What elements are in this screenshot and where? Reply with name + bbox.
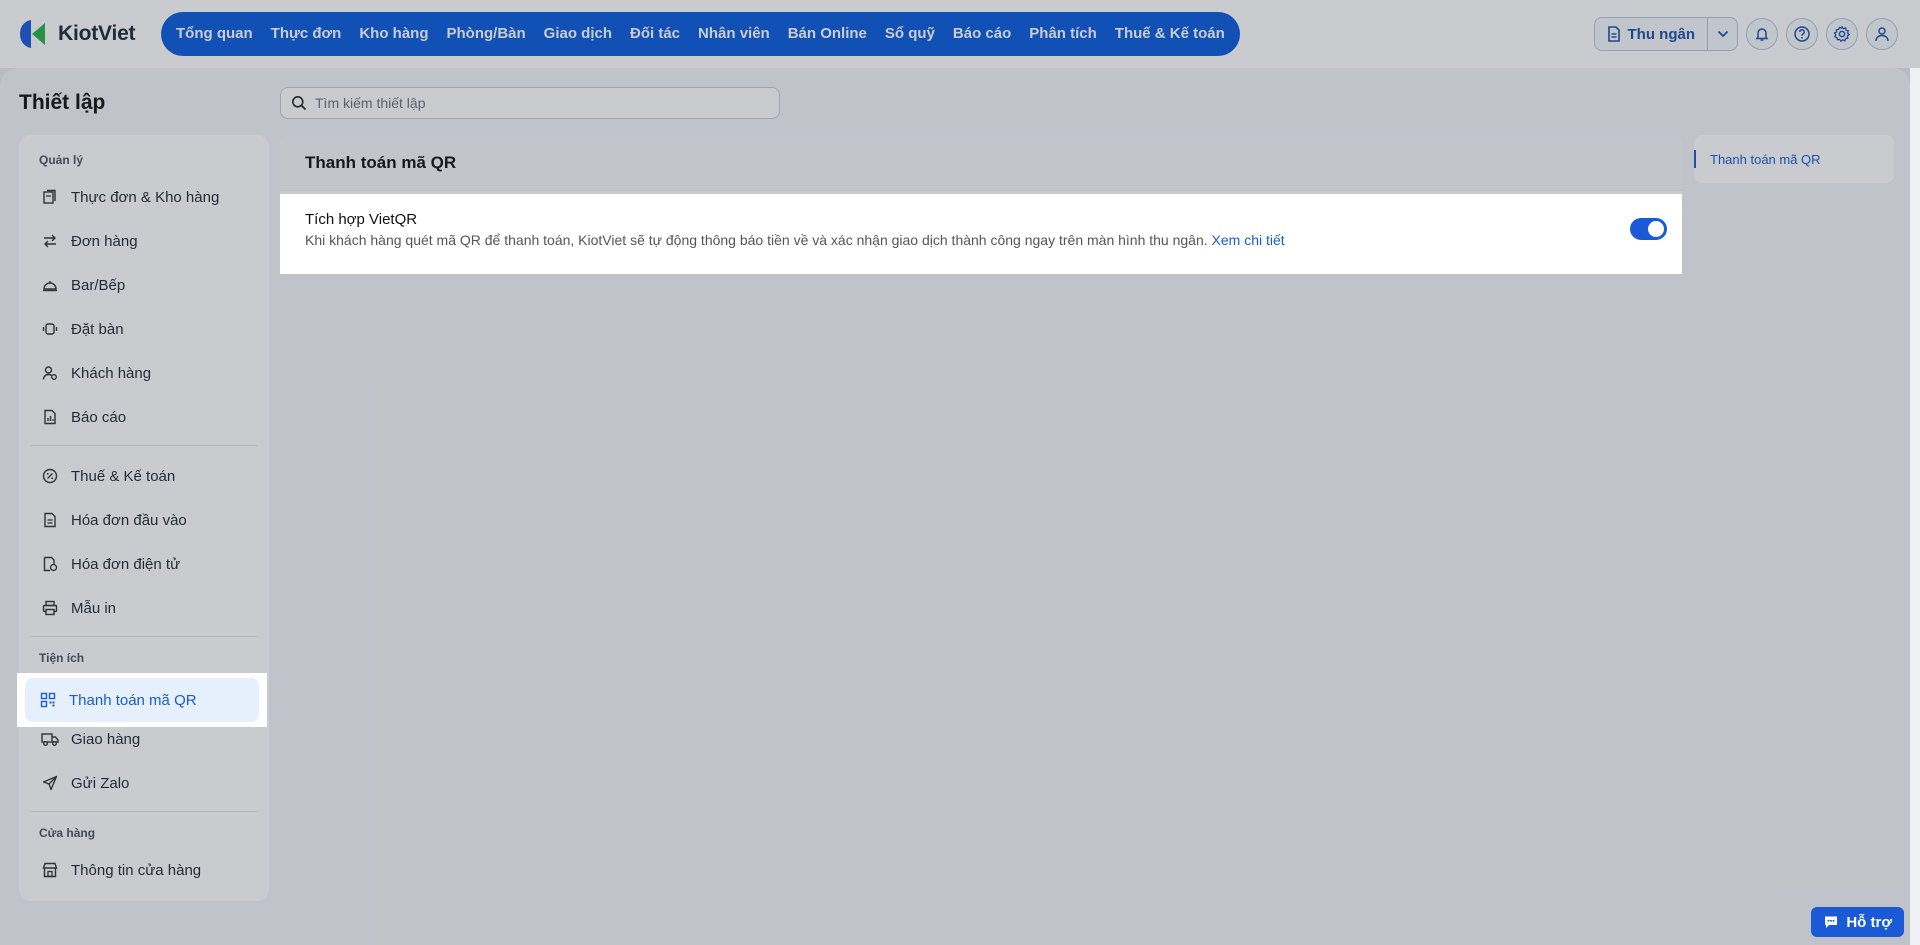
send-icon — [41, 774, 59, 792]
sidebar-section-utility: Tiện ích — [39, 651, 85, 665]
sidebar-item-label: Giao hàng — [71, 730, 141, 748]
nav-item-phong-ban[interactable]: Phòng/Bàn — [438, 12, 535, 56]
sidebar-item-label: Báo cáo — [71, 408, 127, 426]
sidebar-item-input-invoice[interactable]: Hóa đơn đầu vào — [27, 498, 261, 542]
page-title: Thiết lập — [19, 91, 106, 114]
customer-icon — [41, 364, 59, 382]
cashier-dropdown-button[interactable] — [1707, 18, 1737, 50]
sidebar-divider — [31, 445, 257, 446]
nav-item-thue-ke-toan[interactable]: Thuế & Kế toán — [1106, 12, 1234, 56]
sidebar-item-label: Khách hàng — [71, 364, 152, 382]
report-icon — [41, 408, 59, 426]
chevron-down-icon — [1717, 30, 1728, 38]
sidebar-item-e-invoice[interactable]: Hóa đơn điện tử — [27, 542, 261, 586]
document-icon — [1607, 26, 1620, 42]
sidebar-item-store-info[interactable]: Thông tin cửa hàng — [27, 848, 261, 892]
sidebar-section-manage: Quản lý — [39, 153, 84, 167]
nav-item-giao-dich[interactable]: Giao dịch — [535, 12, 621, 56]
swap-arrows-icon — [41, 232, 59, 250]
nav-item-thuc-don[interactable]: Thực đơn — [262, 12, 351, 56]
sidebar-item-label: Gửi Zalo — [71, 774, 130, 792]
store-icon — [41, 861, 59, 879]
panel-title: Thanh toán mã QR — [280, 135, 1682, 191]
cloche-icon — [41, 276, 59, 294]
nav-item-phan-tich[interactable]: Phân tích — [1020, 12, 1106, 56]
nav-item-doi-tac[interactable]: Đối tác — [621, 12, 689, 56]
support-button[interactable]: Hỗ trợ — [1811, 907, 1904, 937]
percent-circle-icon — [41, 467, 59, 485]
sidebar-item-customers[interactable]: Khách hàng — [27, 351, 261, 395]
sidebar-item-label: Đơn hàng — [71, 232, 138, 250]
chat-icon — [1825, 916, 1838, 928]
bell-icon — [1755, 28, 1769, 41]
vietqr-description-text: Khi khách hàng quét mã QR để thanh toán,… — [305, 232, 1208, 248]
truck-icon — [41, 730, 59, 748]
toggle-knob — [1648, 221, 1664, 237]
nav-item-nhan-vien[interactable]: Nhân viên — [689, 12, 779, 56]
e-invoice-icon — [41, 555, 59, 573]
sidebar-item-reservations[interactable]: Đặt bàn — [27, 307, 261, 351]
anchor-item-qr-payment[interactable]: Thanh toán mã QR — [1694, 150, 1821, 168]
notification-button[interactable] — [1746, 18, 1778, 50]
sidebar-section-store: Cửa hàng — [39, 826, 96, 840]
sidebar-item-label: Hóa đơn điện tử — [71, 555, 181, 573]
section-anchor-nav: Thanh toán mã QR — [1694, 135, 1894, 183]
sidebar-item-reports[interactable]: Báo cáo — [27, 395, 261, 439]
gear-icon — [1833, 25, 1851, 43]
main-nav: Tổng quan Thực đơn Kho hàng Phòng/Bàn Gi… — [161, 12, 1240, 56]
printer-icon — [41, 599, 59, 617]
inventory-icon — [41, 188, 59, 206]
support-label: Hỗ trợ — [1846, 913, 1892, 931]
highlighted-sidebar-container: Thanh toán mã QR — [17, 673, 267, 727]
sidebar-item-label: Mẫu in — [71, 599, 117, 617]
user-icon — [1875, 27, 1889, 42]
sidebar-item-label: Đặt bàn — [71, 320, 124, 338]
help-button[interactable] — [1786, 18, 1818, 50]
kiotviet-logo-icon — [20, 20, 45, 48]
settings-button[interactable] — [1826, 18, 1858, 50]
sidebar-item-label: Thông tin cửa hàng — [71, 861, 202, 879]
top-bar: KiotViet Tổng quan Thực đơn Kho hàng Phò… — [0, 0, 1920, 68]
qr-code-icon — [39, 691, 57, 709]
settings-search[interactable] — [280, 87, 780, 119]
nav-item-ban-online[interactable]: Bán Online — [779, 12, 876, 56]
nav-item-kho-hang[interactable]: Kho hàng — [350, 12, 437, 56]
vietqr-title: Tích hợp VietQR — [305, 211, 418, 228]
sidebar-item-label: Bar/Bếp — [71, 276, 126, 294]
nav-item-tong-quan[interactable]: Tổng quan — [167, 12, 262, 56]
page-scrollbar[interactable] — [1910, 68, 1920, 945]
sidebar-item-menu-inventory[interactable]: Thực đơn & Kho hàng — [27, 175, 261, 219]
sidebar-item-label: Thanh toán mã QR — [69, 691, 197, 709]
table-chair-icon — [41, 320, 59, 338]
header-actions: Thu ngân — [1593, 16, 1898, 52]
search-icon — [292, 96, 307, 111]
sidebar-item-qr-payment-highlight[interactable]: Thanh toán mã QR — [25, 678, 259, 722]
vietqr-setting-row: Tích hợp VietQR Khi khách hàng quét mã Q… — [280, 194, 1682, 274]
sidebar-divider — [31, 636, 257, 637]
cashier-main-button[interactable]: Thu ngân — [1595, 18, 1708, 50]
nav-item-so-quy[interactable]: Sổ quỹ — [876, 12, 944, 56]
sidebar-item-orders[interactable]: Đơn hàng — [27, 219, 261, 263]
settings-sidebar: Quản lý Thực đơn & Kho hàng Đơn hàng Bar… — [19, 135, 269, 901]
cashier-button[interactable]: Thu ngân — [1593, 17, 1738, 51]
sidebar-item-label: Thuế & Kế toán — [71, 467, 176, 485]
brand-name: KiotViet — [58, 22, 136, 45]
view-details-link[interactable]: Xem chi tiết — [1212, 232, 1285, 248]
sidebar-item-label: Thực đơn & Kho hàng — [71, 188, 220, 206]
question-icon — [1794, 26, 1810, 42]
account-button[interactable] — [1866, 18, 1898, 50]
sidebar-item-zalo[interactable]: Gửi Zalo — [27, 761, 261, 805]
vietqr-description: Khi khách hàng quét mã QR để thanh toán,… — [305, 232, 1657, 248]
sidebar-divider — [31, 811, 257, 812]
sidebar-item-bar-kitchen[interactable]: Bar/Bếp — [27, 263, 261, 307]
nav-item-bao-cao[interactable]: Báo cáo — [944, 12, 1020, 56]
invoice-icon — [41, 511, 59, 529]
sidebar-item-tax-accounting[interactable]: Thuế & Kế toán — [27, 454, 261, 498]
kiotviet-logo[interactable]: KiotViet — [16, 14, 136, 54]
sidebar-item-print-templates[interactable]: Mẫu in — [27, 586, 261, 630]
sidebar-item-label: Hóa đơn đầu vào — [71, 511, 187, 529]
cashier-label: Thu ngân — [1627, 25, 1696, 43]
settings-search-input[interactable] — [315, 95, 769, 111]
vietqr-toggle[interactable] — [1630, 218, 1667, 240]
